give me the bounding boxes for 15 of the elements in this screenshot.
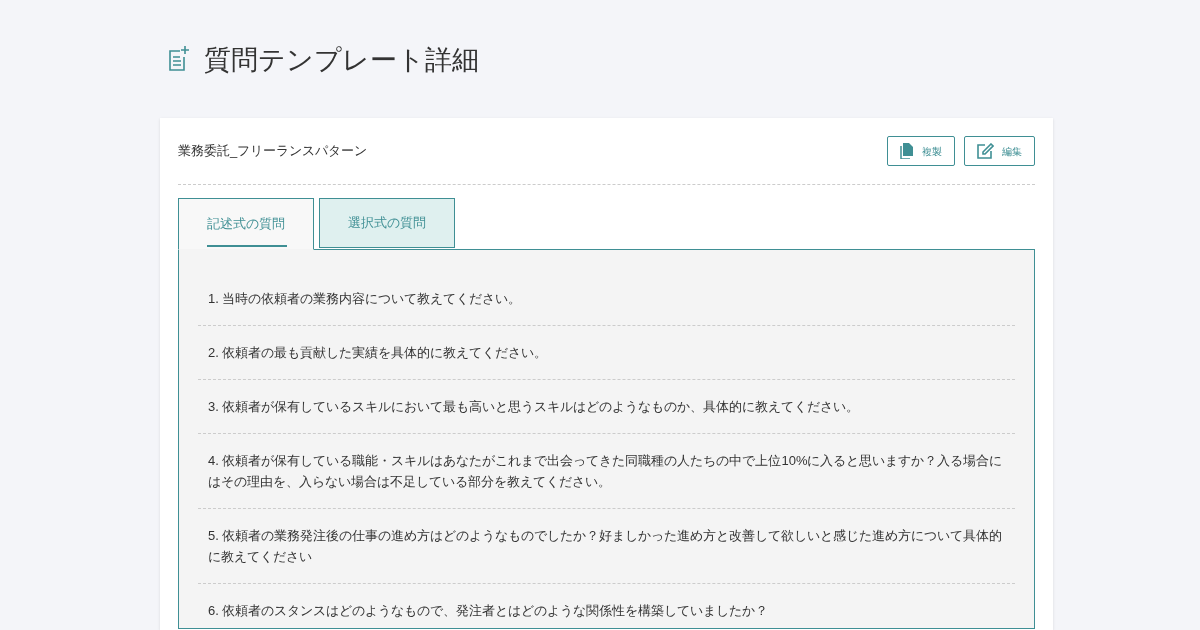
edit-button[interactable]: 編集: [964, 136, 1035, 166]
document-plus-icon: [168, 45, 190, 71]
edit-icon: [977, 143, 994, 159]
copy-icon: [900, 143, 914, 159]
question-type-tab[interactable]: 記述式の質問: [178, 198, 314, 250]
question-text: 5. 依頼者の業務発注後の仕事の進め方はどのようなものでしたか？好ましかった進め方と改善して欲しいと感じた進め方について具体的に教えてください: [208, 527, 1004, 566]
page-title: 質問テンプレート詳細: [204, 44, 479, 77]
question-text: 2. 依頼者の最も貢献した実績を具体的に教えてください。: [208, 344, 549, 362]
question-text: 1. 当時の依頼者の業務内容について教えてください。: [208, 290, 523, 308]
copy-button[interactable]: 複製: [887, 136, 955, 166]
question-text: 4. 依頼者が保有している職能・スキルはあなたがこれまで出会ってきた同職種の人たちの中で上位10%に入ると思いますか？入る場合にはその理由を、入らない場合は不足している部分を教えてください。: [208, 452, 1004, 491]
question-text: 3. 依頼者が保有しているスキルにおいて最も高いと思うスキルはどのようなものか、具体的に教えてください。: [208, 398, 861, 416]
question-text: 6. 依頼者のスタンスはどのようなもので、発注者とはどのような関係性を構築していましたか？: [208, 602, 770, 620]
template-name: 業務委託_フリーランスパターン: [178, 142, 368, 161]
question-type-tab[interactable]: 選択式の質問: [319, 198, 455, 248]
